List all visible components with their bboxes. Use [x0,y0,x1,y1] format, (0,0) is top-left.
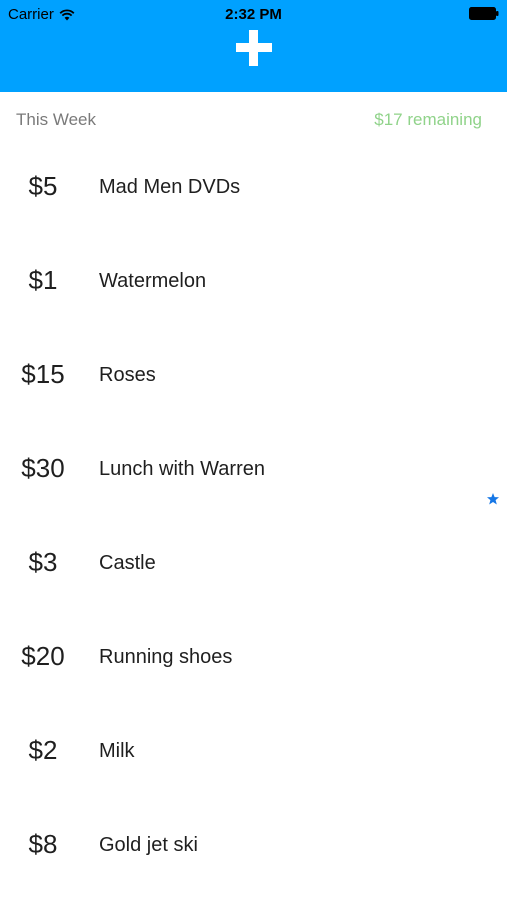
expense-amount: $15 [21,359,65,389]
header-bar: Carrier 2:32 PM [0,0,507,92]
expense-row[interactable]: $5 Mad Men DVDs [0,142,507,236]
star-icon[interactable] [486,492,500,506]
expense-name: Milk [99,740,135,762]
expense-amount: $1 [28,265,58,295]
expense-name: Watermelon [99,270,207,292]
expense-amount: $2 [28,735,58,765]
expense-row[interactable]: $3 Castle [0,518,507,612]
expense-name: Running shoes [99,646,233,668]
expense-row[interactable]: $15 Roses [0,330,507,424]
expense-amount: $3 [28,547,58,577]
expense-row[interactable]: $1 Watermelon [0,236,507,330]
week-title: This Week [16,110,96,129]
battery-icon [469,7,499,20]
expense-name: Castle [99,552,156,574]
expense-name: Roses [99,364,156,386]
remaining-amount: $17 remaining [374,110,482,129]
week-summary: This Week $17 remaining [0,104,507,134]
expense-list: $5 Mad Men DVDs $1 Watermelon $15 Roses … [0,142,507,894]
expense-amount: $5 [28,171,58,201]
expense-name: Gold jet ski [99,834,198,856]
expense-row[interactable]: $30 Lunch with Warren [0,424,507,518]
expense-amount: $30 [21,453,65,483]
expense-row[interactable]: $20 Running shoes [0,612,507,706]
expense-row[interactable]: $2 Milk [0,706,507,800]
expense-name: Lunch with Warren [99,458,265,480]
status-time: 2:32 PM [225,6,282,23]
add-expense-button[interactable] [236,30,272,66]
expense-row[interactable]: $8 Gold jet ski [0,800,507,894]
expense-amount: $8 [28,829,58,859]
status-bar: Carrier 2:32 PM [0,0,507,28]
expense-name: Mad Men DVDs [99,176,241,198]
expense-amount: $20 [21,641,65,671]
